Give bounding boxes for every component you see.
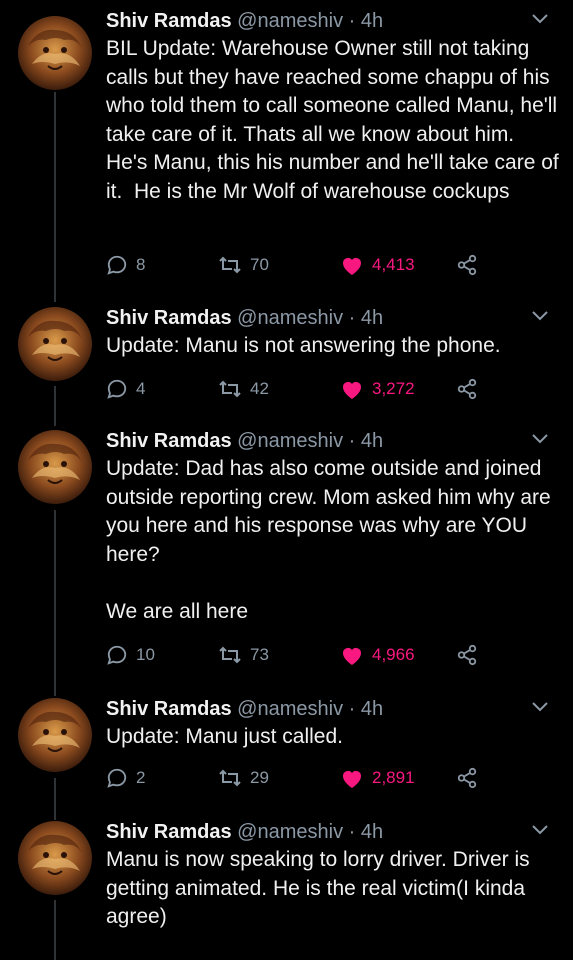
- likes-count: 2,891: [372, 768, 415, 787]
- retweet-icon: [218, 767, 242, 789]
- timestamp[interactable]: 4h: [361, 698, 383, 720]
- retweets-count: 29: [250, 768, 269, 787]
- tweet-header: Shiv Ramdas @nameshiv · 4h: [106, 428, 559, 454]
- separator: ·: [348, 10, 356, 32]
- author-name[interactable]: Shiv Ramdas: [106, 698, 232, 720]
- like-button[interactable]: 2,891: [340, 765, 415, 791]
- retweet-icon: [218, 254, 242, 276]
- share-icon: [456, 254, 478, 276]
- separator: ·: [348, 698, 356, 720]
- share-button[interactable]: [456, 765, 478, 791]
- chevron-down-icon[interactable]: [531, 309, 549, 323]
- retweet-button[interactable]: 73: [218, 642, 269, 668]
- replies-count: 2: [136, 768, 146, 787]
- likes-count: 3,272: [372, 379, 415, 398]
- tweet-header: Shiv Ramdas @nameshiv · 4h: [106, 8, 559, 34]
- retweet-icon: [218, 644, 242, 666]
- share-icon: [456, 644, 478, 666]
- replies-count: 4: [136, 379, 146, 398]
- thread-line: [54, 510, 56, 696]
- reply-icon: [106, 378, 128, 400]
- tweet-content: Shiv Ramdas @nameshiv · 4h Update: Manu j…: [106, 696, 559, 752]
- avatar[interactable]: [18, 16, 92, 90]
- likes-count: 4,966: [372, 645, 415, 664]
- replies-count: 8: [136, 255, 146, 274]
- reply-button[interactable]: 4: [106, 376, 145, 402]
- like-button[interactable]: 4,413: [340, 252, 415, 278]
- avatar[interactable]: [18, 307, 92, 381]
- retweet-button[interactable]: 70: [218, 252, 269, 278]
- avatar[interactable]: [18, 430, 92, 504]
- separator: ·: [348, 307, 356, 329]
- avatar[interactable]: [18, 821, 92, 895]
- retweets-count: 70: [250, 255, 269, 274]
- timestamp[interactable]: 4h: [361, 821, 383, 843]
- timestamp[interactable]: 4h: [361, 10, 383, 32]
- likes-count: 4,413: [372, 255, 415, 274]
- retweets-count: 42: [250, 379, 269, 398]
- retweet-icon: [218, 378, 242, 400]
- tweet-content: Shiv Ramdas @nameshiv · 4h Update: Dad ha…: [106, 428, 559, 627]
- retweet-button[interactable]: 29: [218, 765, 269, 791]
- chevron-down-icon[interactable]: [531, 823, 549, 837]
- reply-icon: [106, 254, 128, 276]
- tweet-text: BIL Update: Warehouse Owner still not ta…: [106, 37, 565, 203]
- tweet-header: Shiv Ramdas @nameshiv · 4h: [106, 305, 559, 331]
- tweet-content: Shiv Ramdas @nameshiv · 4h Update: Manu i…: [106, 305, 559, 361]
- retweets-count: 73: [250, 645, 269, 664]
- author-handle[interactable]: @nameshiv: [237, 821, 343, 843]
- separator: ·: [348, 430, 356, 452]
- tweet-actions: 4 42 3,272: [106, 376, 546, 402]
- tweet-content: Shiv Ramdas @nameshiv · 4h BIL Update: Wa…: [106, 8, 559, 207]
- thread-line: [54, 778, 56, 820]
- reply-button[interactable]: 10: [106, 642, 155, 668]
- tweet-header: Shiv Ramdas @nameshiv · 4h: [106, 696, 559, 722]
- heart-icon: [340, 254, 364, 276]
- tweet-actions: 10 73 4,966: [106, 642, 546, 668]
- timestamp[interactable]: 4h: [361, 430, 383, 452]
- heart-icon: [340, 644, 364, 666]
- share-icon: [456, 767, 478, 789]
- author-name[interactable]: Shiv Ramdas: [106, 821, 232, 843]
- share-icon: [456, 378, 478, 400]
- thread-line: [54, 900, 56, 960]
- chevron-down-icon[interactable]: [531, 700, 549, 714]
- tweet-content: Shiv Ramdas @nameshiv · 4h Manu is now sp…: [106, 819, 559, 932]
- tweet-actions: 8 70 4,413: [106, 252, 546, 278]
- tweet-text: Update: Manu just called.: [106, 725, 343, 748]
- thread-line: [54, 92, 56, 302]
- chevron-down-icon[interactable]: [531, 432, 549, 446]
- chevron-down-icon[interactable]: [531, 12, 549, 26]
- share-button[interactable]: [456, 642, 478, 668]
- timestamp[interactable]: 4h: [361, 307, 383, 329]
- reply-button[interactable]: 8: [106, 252, 145, 278]
- author-handle[interactable]: @nameshiv: [237, 307, 343, 329]
- author-name[interactable]: Shiv Ramdas: [106, 307, 232, 329]
- heart-icon: [340, 767, 364, 789]
- heart-icon: [340, 378, 364, 400]
- share-button[interactable]: [456, 376, 478, 402]
- replies-count: 10: [136, 645, 155, 664]
- retweet-button[interactable]: 42: [218, 376, 269, 402]
- author-handle[interactable]: @nameshiv: [237, 698, 343, 720]
- reply-icon: [106, 644, 128, 666]
- avatar[interactable]: [18, 698, 92, 772]
- tweet-text: Update: Dad has also come outside and jo…: [106, 457, 551, 623]
- tweet-header: Shiv Ramdas @nameshiv · 4h: [106, 819, 559, 845]
- author-handle[interactable]: @nameshiv: [237, 430, 343, 452]
- tweet-text: Manu is now speaking to lorry driver. Dr…: [106, 848, 536, 929]
- like-button[interactable]: 4,966: [340, 642, 415, 668]
- reply-icon: [106, 767, 128, 789]
- tweet-text: Update: Manu is not answering the phone.: [106, 334, 501, 357]
- author-name[interactable]: Shiv Ramdas: [106, 10, 232, 32]
- thread-line: [54, 386, 56, 426]
- like-button[interactable]: 3,272: [340, 376, 415, 402]
- tweet-actions: 2 29 2,891: [106, 765, 546, 791]
- reply-button[interactable]: 2: [106, 765, 145, 791]
- author-handle[interactable]: @nameshiv: [237, 10, 343, 32]
- share-button[interactable]: [456, 252, 478, 278]
- author-name[interactable]: Shiv Ramdas: [106, 430, 232, 452]
- separator: ·: [348, 821, 356, 843]
